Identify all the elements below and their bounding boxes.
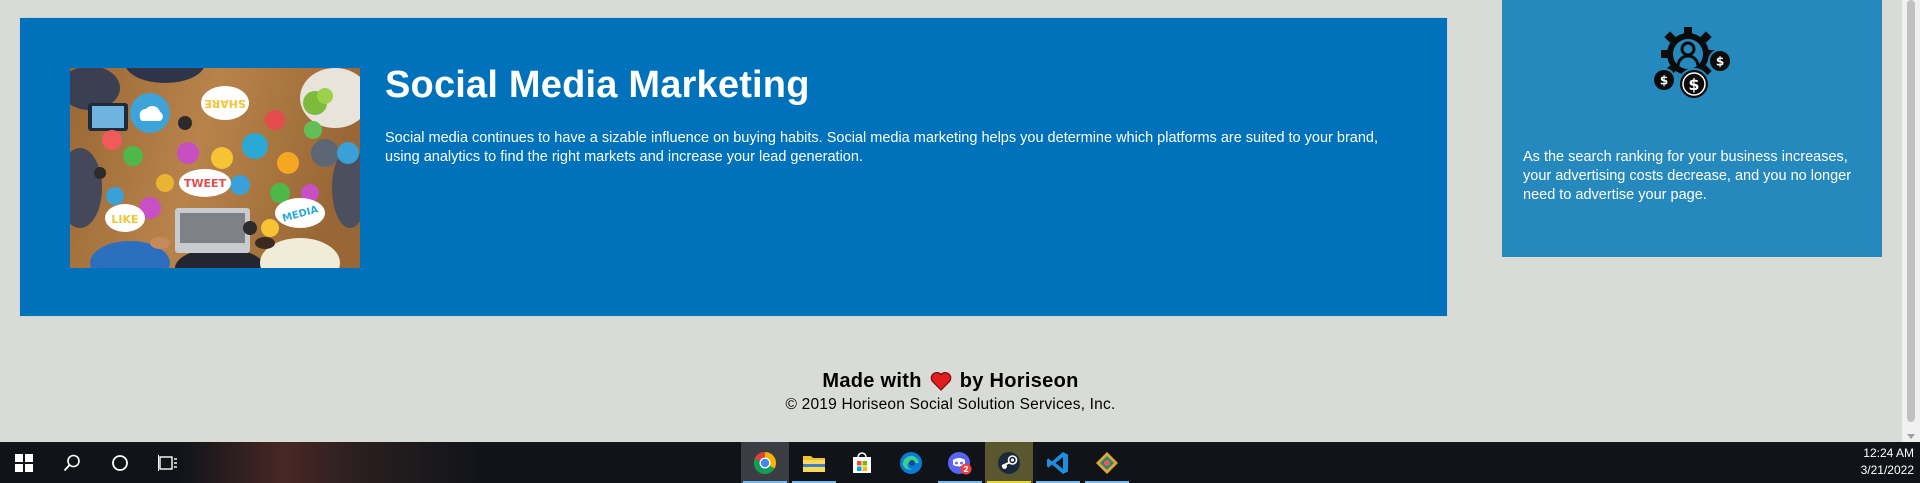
svg-text:$: $ [1688, 75, 1699, 94]
social-media-photo: SHARE TWEET LIKE MEDIA [70, 68, 360, 268]
image-word-tweet: TWEET [184, 177, 227, 190]
windows-taskbar: 2 12:24 AM 3/21/2022 [0, 442, 1920, 483]
folder-icon [803, 455, 825, 472]
by-horiseon-text: by Horiseon [959, 369, 1079, 392]
scroll-down-arrow-icon[interactable] [1907, 434, 1915, 439]
made-with-text: Made with [822, 369, 922, 392]
scrollbar-thumb[interactable] [1907, 0, 1915, 422]
discord-icon: 2 [948, 451, 972, 474]
taskbar-discord[interactable]: 2 [936, 442, 984, 483]
taskbar-steam[interactable] [985, 442, 1033, 483]
card-description: Social media continues to have a sizable… [385, 130, 1379, 165]
taskbar-clock[interactable]: 12:24 AM 3/21/2022 [1844, 445, 1914, 479]
browser-viewport: SHARE TWEET LIKE MEDIA Social Media Mark… [0, 0, 1902, 442]
made-with-line: Made with by Horiseon [19, 368, 1882, 394]
copyright-text: © 2019 Horiseon Social Solution Services… [785, 396, 1116, 413]
search-button[interactable] [48, 442, 96, 483]
taskbar-vscode[interactable] [1034, 442, 1082, 483]
heart-icon [930, 372, 952, 391]
social-media-image: SHARE TWEET LIKE MEDIA [70, 68, 360, 268]
site-footer: Made with by Horiseon © 2019 Horiseon So… [19, 368, 1882, 414]
taskbar-file-explorer[interactable] [790, 442, 838, 483]
edge-icon [900, 451, 922, 474]
image-word-share: SHARE [204, 97, 246, 110]
steam-icon [998, 451, 1020, 474]
store-icon [853, 451, 871, 473]
clock-date: 3/21/2022 [1860, 463, 1914, 477]
svg-text:$: $ [1716, 55, 1724, 69]
cortana-icon [112, 454, 128, 471]
cost-management-card: $ $ $ As the search ranking for your bus… [1502, 0, 1882, 257]
task-view-icon [158, 454, 177, 471]
clock-time: 12:24 AM [1863, 446, 1914, 460]
taskbar-chrome[interactable] [741, 442, 789, 483]
chrome-icon [753, 451, 776, 474]
cost-management-icon: $ $ $ [1652, 27, 1732, 100]
svg-text:$: $ [1660, 74, 1668, 88]
windows-icon [15, 453, 33, 472]
vscode-icon [1047, 451, 1068, 474]
search-icon [63, 454, 80, 471]
taskbar-edge[interactable] [887, 442, 935, 483]
card-title: Social Media Marketing [385, 64, 810, 106]
taskbar-store[interactable] [838, 442, 886, 483]
cost-management-description: As the search ranking for your business … [1523, 149, 1852, 203]
social-media-marketing-card: SHARE TWEET LIKE MEDIA Social Media Mark… [19, 17, 1448, 317]
image-word-like: LIKE [111, 213, 138, 226]
vertical-scrollbar[interactable] [1902, 0, 1920, 442]
cortana-button[interactable] [96, 442, 144, 483]
taskbar-wallpaper-tint [180, 442, 480, 483]
task-view-button[interactable] [144, 442, 192, 483]
taskbar-gitkraken[interactable] [1083, 442, 1131, 483]
discord-badge: 2 [963, 465, 969, 474]
gitkraken-icon [1096, 451, 1118, 474]
start-button[interactable] [0, 442, 48, 483]
